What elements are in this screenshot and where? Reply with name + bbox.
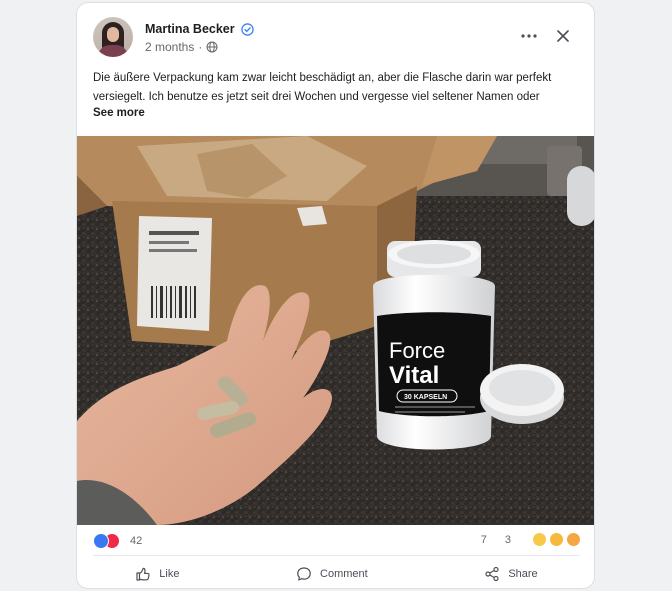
author-name[interactable]: Martina Becker	[145, 22, 235, 36]
like-label: Like	[159, 568, 180, 580]
bottle-brand-line1: Force	[389, 338, 445, 363]
post-meta: 2 months ·	[145, 40, 218, 54]
post-header: Martina Becker 2 months ·	[93, 17, 580, 61]
action-bar: Like Comment Share	[77, 563, 594, 585]
bottle-brand-line2: Vital	[389, 362, 439, 389]
comment-button[interactable]: Comment	[296, 563, 368, 585]
meta-separator: ·	[198, 40, 203, 54]
share-label: Share	[508, 568, 538, 580]
author-row: Martina Becker	[145, 20, 254, 38]
comment-icon	[297, 567, 311, 581]
globe-icon	[206, 41, 218, 53]
post-stats: 42 7 3	[93, 533, 580, 551]
share-button[interactable]: Share	[484, 563, 538, 585]
author-avatar[interactable]	[93, 17, 133, 57]
share-icon	[485, 566, 499, 582]
comments-count[interactable]: 7	[481, 534, 487, 546]
thumbs-up-icon	[136, 567, 150, 581]
comment-label: Comment	[320, 568, 368, 580]
post-card: Martina Becker 2 months · Die äußere Ver…	[76, 2, 595, 589]
more-options-button[interactable]	[518, 25, 540, 47]
close-icon	[557, 30, 569, 42]
post-time[interactable]: 2 months	[145, 40, 194, 54]
stats-divider	[93, 555, 580, 556]
grinning-face-icon	[533, 533, 546, 546]
close-button[interactable]	[552, 25, 574, 47]
heart-eyes-face-icon	[567, 533, 580, 546]
laughing-face-icon	[550, 533, 563, 546]
shares-count[interactable]: 3	[505, 534, 511, 546]
reactions-count: 42	[130, 535, 143, 547]
post-text: Die äußere Verpackung kam zwar leicht be…	[93, 72, 552, 103]
reactions-summary[interactable]: 42	[93, 533, 142, 549]
verified-badge-icon	[240, 22, 254, 36]
more-options-icon	[521, 34, 537, 38]
engagement-summary: 7 3	[481, 533, 580, 546]
like-button[interactable]: Like	[135, 563, 179, 585]
post-photo[interactable]: Force Vital 30 KAPSELN	[77, 136, 595, 525]
like-reaction-icon	[93, 533, 109, 549]
see-more-link[interactable]: See more	[93, 107, 145, 119]
bottle-capsules-label: 30 KAPSELN	[404, 394, 447, 401]
